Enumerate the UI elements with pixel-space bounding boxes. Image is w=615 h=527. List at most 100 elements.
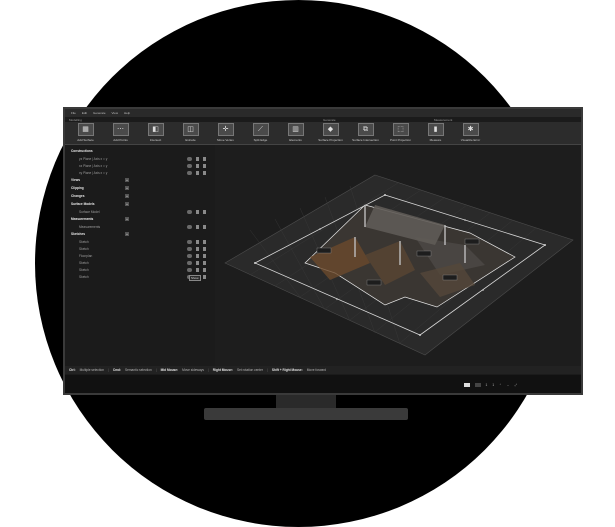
intersect-icon: ◧: [147, 123, 164, 136]
page-indicator[interactable]: [474, 383, 481, 387]
tool-label: Add Points: [113, 138, 128, 142]
visibility-eye-icon[interactable]: [187, 254, 192, 258]
visibility-eye-icon[interactable]: [187, 171, 192, 175]
lock-icon[interactable]: [196, 261, 199, 265]
folder-icon[interactable]: [203, 157, 206, 161]
extrude-button[interactable]: ◫ Extrude: [174, 122, 207, 142]
tree-item[interactable]: yz Plane | Axis x = y: [79, 157, 107, 161]
folder-icon[interactable]: [203, 268, 206, 272]
visibility-eye-icon[interactable]: [187, 225, 192, 229]
tree-group[interactable]: Constructions: [71, 149, 93, 153]
folder-icon[interactable]: [203, 247, 206, 251]
tool-label: Elements: [289, 138, 302, 142]
add-icon[interactable]: +: [125, 232, 129, 236]
visibility-eye-icon[interactable]: [187, 157, 192, 161]
add-icon[interactable]: +: [125, 217, 129, 221]
visibility-eye-icon[interactable]: [187, 261, 192, 265]
tree-item[interactable]: Sketch: [79, 268, 89, 272]
add-surface-button[interactable]: ▦ Add Surface: [69, 122, 102, 142]
lock-icon[interactable]: [196, 171, 199, 175]
folder-icon[interactable]: [203, 225, 206, 229]
tool-label: Point Projection: [389, 138, 411, 142]
add-points-icon: ⋯: [112, 123, 129, 136]
add-icon[interactable]: +: [125, 202, 129, 206]
tree-item[interactable]: xy Plane | Axis x = y: [79, 171, 107, 175]
surface-intersection-icon: ⧉: [357, 123, 374, 136]
tree-group[interactable]: Clipping: [71, 186, 84, 190]
menu-item-help[interactable]: Help: [124, 111, 130, 115]
floorplan-render: [224, 174, 574, 356]
folder-icon[interactable]: [203, 275, 206, 279]
tree-item[interactable]: xz Plane | Axis x = y: [79, 164, 107, 168]
tool-label: Move Vertex: [217, 138, 234, 142]
lock-icon[interactable]: [196, 268, 199, 272]
tree-item[interactable]: Measurements: [79, 225, 100, 229]
add-icon[interactable]: +: [125, 178, 129, 182]
3d-viewport[interactable]: [215, 145, 581, 367]
bottom-bar: 1 1 ⌃ ⌄ ⤢: [65, 375, 581, 393]
lock-icon[interactable]: [196, 225, 199, 229]
folder-icon[interactable]: [203, 171, 206, 175]
visualize-error-button[interactable]: ✱ Visualize Error: [454, 122, 487, 142]
lock-icon[interactable]: [196, 157, 199, 161]
folder-icon[interactable]: [203, 261, 206, 265]
split-edge-button[interactable]: ⟋ Split Edge: [244, 122, 277, 142]
tree-item[interactable]: Sketch: [79, 275, 89, 279]
visibility-eye-icon[interactable]: [187, 247, 192, 251]
folder-icon[interactable]: [203, 254, 206, 258]
add-points-button[interactable]: ⋯ Add Points: [104, 122, 137, 142]
folder-icon[interactable]: [203, 240, 206, 244]
menu-item-edit[interactable]: Edit: [82, 111, 87, 115]
nav-down-icon[interactable]: ⌄: [507, 383, 510, 387]
tree-item[interactable]: Sketch: [79, 247, 89, 251]
lock-icon[interactable]: [196, 254, 199, 258]
lock-icon[interactable]: [196, 240, 199, 244]
lock-icon[interactable]: [196, 210, 199, 214]
nav-up-icon[interactable]: ⌃: [499, 383, 502, 387]
status-separator: |: [266, 368, 268, 372]
move-vertex-button[interactable]: ✛ Move Vertex: [209, 122, 242, 142]
visibility-eye-icon[interactable]: [187, 164, 192, 168]
menu-item-generate[interactable]: Generate: [93, 111, 106, 115]
elements-button[interactable]: ▥ Elements: [279, 122, 312, 142]
lock-icon[interactable]: [196, 247, 199, 251]
measure-button[interactable]: ▮ Measure: [419, 122, 452, 142]
tree-item[interactable]: Floorplan: [79, 254, 92, 258]
tree-item[interactable]: Surface Model: [79, 210, 100, 214]
move-vertex-icon: ✛: [217, 123, 234, 136]
menu-item-file[interactable]: File: [71, 111, 76, 115]
status-separator: |: [155, 368, 157, 372]
extrude-icon: ◫: [182, 123, 199, 136]
tree-group[interactable]: Changes: [71, 194, 84, 198]
tool-label: Intersect: [149, 138, 162, 142]
toolbar-ribbon: ▦ Add Surface ⋯ Add Points ◧ Intersect ◫ Extrud…: [65, 122, 581, 145]
intersect-button[interactable]: ◧ Intersect: [139, 122, 172, 142]
visibility-eye-icon[interactable]: [187, 240, 192, 244]
add-icon[interactable]: +: [125, 194, 129, 198]
add-icon[interactable]: +: [125, 186, 129, 190]
tree-group[interactable]: Sketches: [71, 232, 85, 236]
monitor-stand-base: [204, 408, 408, 420]
lock-icon[interactable]: [196, 164, 199, 168]
status-bar: Ctrl: Multiple selection | Cmd: Semantic sel…: [65, 366, 581, 374]
status-value: Semantic selection: [125, 368, 152, 372]
folder-icon[interactable]: [203, 210, 206, 214]
tree-item[interactable]: Sketch: [79, 261, 89, 265]
pager-current: 1: [485, 383, 488, 387]
status-value: Move sideways: [182, 368, 204, 372]
tool-label: Add Surface: [77, 138, 94, 142]
surface-intersection-button[interactable]: ⧉ Surface Intersection: [349, 122, 382, 142]
tree-group[interactable]: Surface Models: [71, 202, 95, 206]
nav-expand-icon[interactable]: ⤢: [514, 383, 517, 387]
folder-icon[interactable]: [203, 164, 206, 168]
tree-group[interactable]: Measurements: [71, 217, 93, 221]
visibility-eye-icon[interactable]: [187, 210, 192, 214]
pager-total: 1: [492, 383, 495, 387]
point-projection-button[interactable]: ⬚ Point Projection: [384, 122, 417, 142]
page-indicator-current[interactable]: [463, 383, 470, 387]
visibility-eye-icon[interactable]: [187, 268, 192, 272]
tree-item[interactable]: Sketch: [79, 240, 89, 244]
menu-item-view[interactable]: View: [112, 111, 118, 115]
surface-projection-button[interactable]: ◆ Surface Projection: [314, 122, 347, 142]
tree-group[interactable]: Views: [71, 178, 80, 182]
